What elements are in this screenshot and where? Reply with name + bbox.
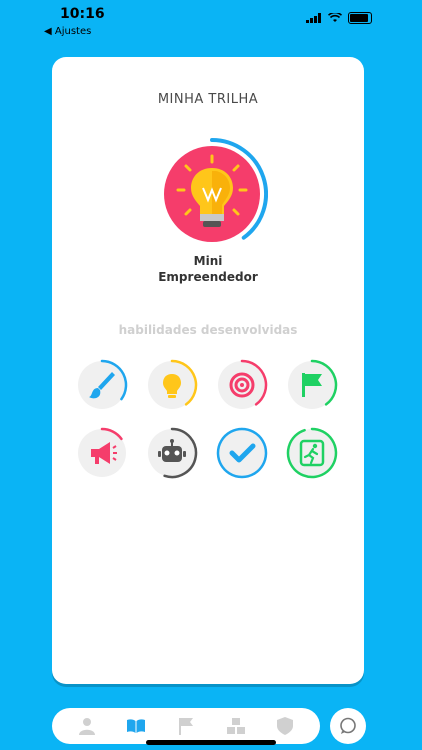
skill-grid <box>52 57 364 684</box>
chat-button[interactable] <box>330 708 366 744</box>
skill-target-badge[interactable] <box>216 359 268 411</box>
skill-megaphone-badge[interactable] <box>76 427 128 479</box>
chat-bubble-icon <box>340 717 356 734</box>
trail-card: MINHA TRILHA Mini Empreendedor habilidad… <box>52 57 364 684</box>
book-icon <box>127 719 146 733</box>
nav-trail-button[interactable] <box>124 714 148 738</box>
status-bar: 10:16 ◀ Ajustes <box>0 0 422 44</box>
skill-robot-badge[interactable] <box>146 427 198 479</box>
status-icons <box>306 12 372 24</box>
bottom-navigation <box>52 708 320 744</box>
status-time: 10:16 <box>60 6 105 22</box>
nav-profile-button[interactable] <box>75 714 99 738</box>
flag-icon <box>178 718 193 735</box>
nav-missions-button[interactable] <box>174 714 198 738</box>
shield-icon <box>277 717 294 735</box>
back-to-settings-link[interactable]: ◀ Ajustes <box>44 26 91 37</box>
blocks-icon <box>226 718 245 734</box>
nav-blocks-button[interactable] <box>224 714 248 738</box>
nav-shield-button[interactable] <box>273 714 297 738</box>
wifi-icon <box>328 13 342 22</box>
home-indicator <box>146 740 276 745</box>
signal-icon <box>306 13 321 23</box>
skill-flag-badge[interactable] <box>286 359 338 411</box>
skill-runner-badge[interactable] <box>286 427 338 479</box>
user-icon <box>78 718 95 735</box>
battery-icon <box>348 12 372 24</box>
skill-lightbulb-badge[interactable] <box>146 359 198 411</box>
skill-check-badge[interactable] <box>216 427 268 479</box>
skill-brush-badge[interactable] <box>76 359 128 411</box>
